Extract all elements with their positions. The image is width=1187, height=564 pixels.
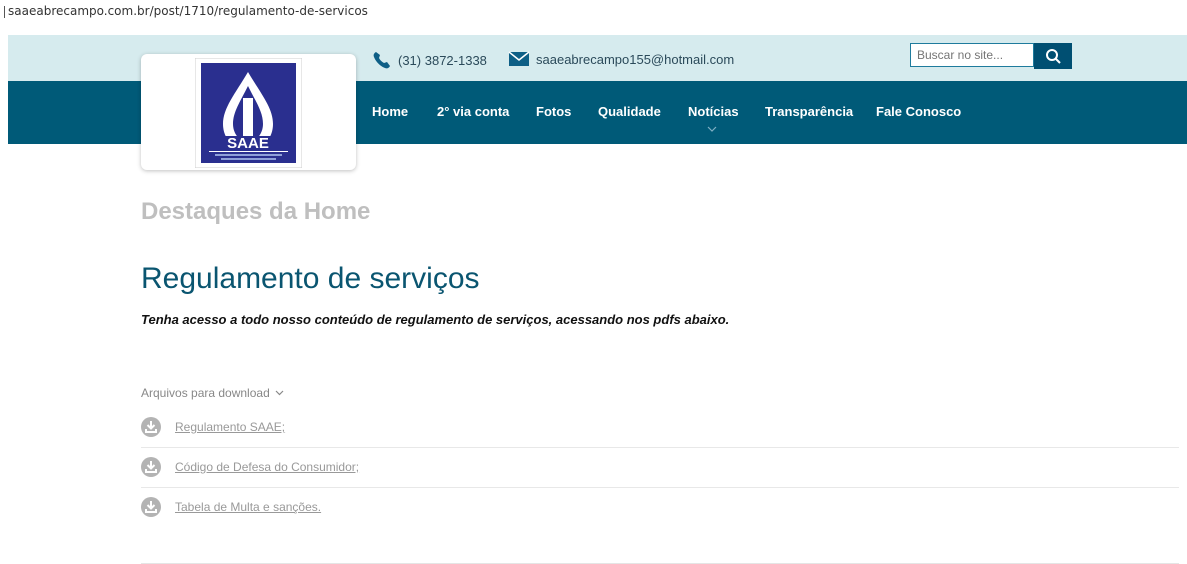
caret-down-icon — [707, 126, 717, 132]
nav-home[interactable]: Home — [372, 104, 408, 119]
divider — [141, 447, 1179, 448]
downloads-label: Arquivos para download — [141, 386, 270, 400]
email-contact[interactable]: saaeabrecampo155@hotmail.com — [508, 51, 734, 67]
download-item[interactable]: Regulamento SAAE; — [141, 417, 1179, 457]
logo-text: SAAE — [227, 135, 269, 152]
browser-address-bar[interactable]: saaeabrecampo.com.br/post/1710/regulamen… — [0, 0, 1187, 24]
download-link-tabela-multa[interactable]: Tabela de Multa e sanções. — [175, 500, 321, 514]
saae-logo: SAAE — [195, 58, 302, 168]
phone-icon — [373, 52, 390, 69]
nav-fotos[interactable]: Fotos — [536, 104, 571, 119]
divider — [141, 487, 1179, 488]
address-bar-cursor — [4, 6, 5, 18]
page-title: Regulamento de serviços — [141, 262, 480, 295]
download-item[interactable]: Código de Defesa do Consumidor; — [141, 457, 1179, 497]
address-url[interactable]: saaeabrecampo.com.br/post/1710/regulamen… — [8, 4, 368, 18]
search-input[interactable] — [910, 43, 1034, 67]
nav-segunda-via[interactable]: 2° via conta — [437, 104, 509, 119]
mail-icon — [508, 51, 530, 66]
download-link-regulamento[interactable]: Regulamento SAAE; — [175, 420, 285, 434]
nav-qualidade[interactable]: Qualidade — [598, 104, 661, 119]
section-heading: Destaques da Home — [141, 198, 371, 225]
search-icon — [1046, 49, 1061, 64]
download-icon — [141, 457, 161, 477]
download-icon — [141, 417, 161, 437]
download-link-codigo-defesa[interactable]: Código de Defesa do Consumidor; — [175, 460, 359, 474]
email-address: saaeabrecampo155@hotmail.com — [536, 51, 735, 67]
nav-transparencia[interactable]: Transparência — [765, 104, 853, 119]
nav-fale-conosco[interactable]: Fale Conosco — [876, 104, 961, 119]
phone-number: (31) 3872-1338 — [398, 52, 487, 68]
page-subtitle: Tenha acesso a todo nosso conteúdo de re… — [141, 312, 730, 327]
logo-card[interactable]: SAAE — [141, 54, 356, 170]
search-button[interactable] — [1034, 43, 1072, 69]
site-search — [910, 43, 1072, 69]
nav-noticias[interactable]: Notícias — [688, 104, 739, 119]
phone-contact[interactable]: (31) 3872-1338 — [372, 51, 487, 69]
downloads-toggle[interactable]: Arquivos para download — [141, 386, 284, 400]
download-icon — [141, 497, 161, 517]
download-item[interactable]: Tabela de Multa e sanções. — [141, 497, 1179, 537]
chevron-down-icon — [275, 390, 284, 396]
